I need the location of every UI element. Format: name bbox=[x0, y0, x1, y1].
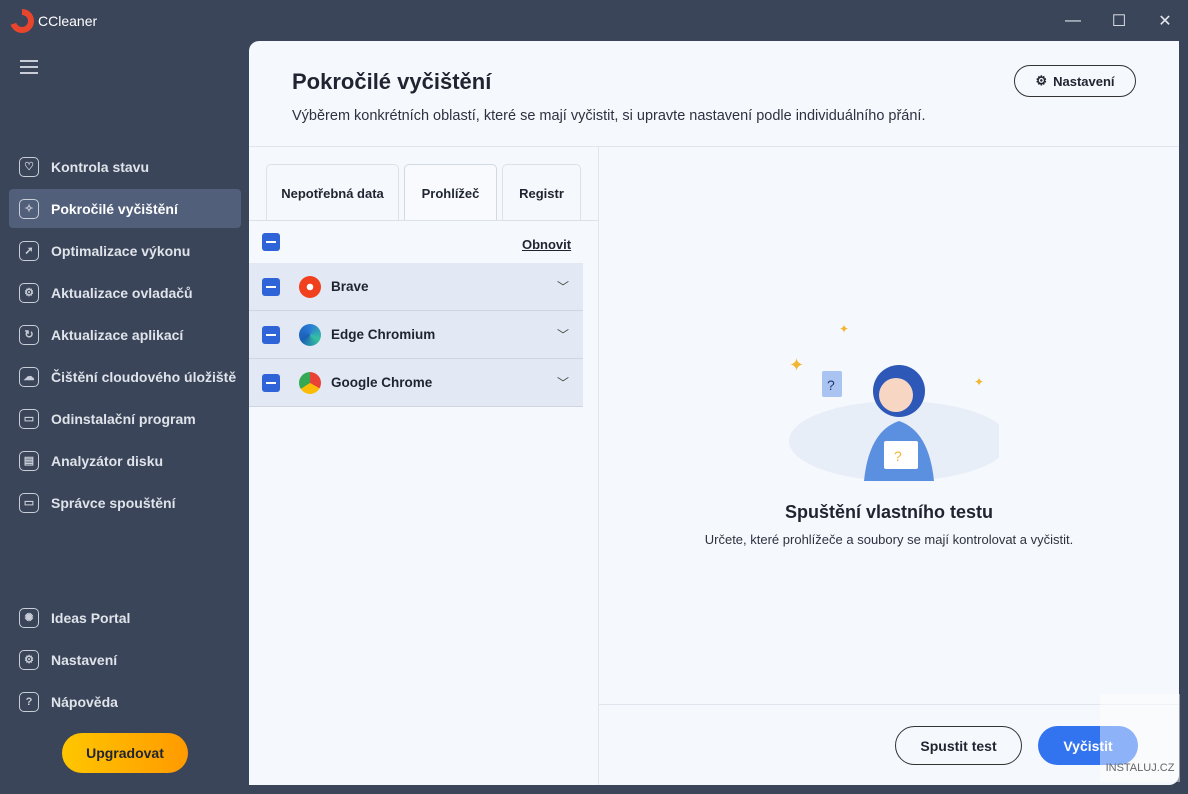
tab-registry[interactable]: Registr bbox=[502, 164, 581, 221]
custom-test-illustration: ✦ ✦ ✦ ? ? bbox=[789, 322, 999, 481]
settings-label: Nastavení bbox=[1053, 73, 1115, 89]
maximize-button[interactable]: ☐ bbox=[1096, 0, 1142, 41]
sidebar-item-label: Nápověda bbox=[51, 693, 118, 710]
sidebar-item-label: Čištění cloudového úložiště bbox=[51, 368, 237, 385]
cloud-gear-icon: ☁ bbox=[19, 366, 39, 387]
tab-junk-data[interactable]: Nepotřebná data bbox=[266, 164, 399, 221]
sidebar-item-label: Analyzátor disku bbox=[51, 452, 164, 469]
sidebar-item[interactable]: ➚ Optimalizace výkonu bbox=[9, 231, 241, 270]
broom-icon: ✧ bbox=[19, 198, 39, 219]
svg-text:?: ? bbox=[894, 448, 902, 464]
sidebar-item[interactable]: ↻ Aktualizace aplikací bbox=[9, 315, 241, 354]
sidebar-item-label: Ideas Portal bbox=[51, 609, 131, 626]
sidebar-item-label: Nastavení bbox=[51, 651, 118, 668]
empty-state-title: Spuštění vlastního testu bbox=[784, 502, 994, 522]
svg-text:✦: ✦ bbox=[839, 322, 849, 336]
title-bar: CCleaner — ☐ ✕ bbox=[0, 0, 1188, 41]
app-title: CCleaner bbox=[38, 12, 98, 29]
sidebar-item-label: Kontrola stavu bbox=[51, 158, 150, 175]
sidebar-item-label: Aktualizace ovladačů bbox=[51, 284, 193, 301]
uninstall-icon: ▭ bbox=[19, 408, 39, 429]
sidebar-item-label: Pokročilé vyčištění bbox=[51, 200, 178, 217]
sidebar-item-label: Aktualizace aplikací bbox=[51, 326, 184, 343]
sidebar-item-label: Odinstalační program bbox=[51, 410, 196, 427]
browser-name: Brave bbox=[331, 279, 369, 294]
browser-row[interactable]: Brave ﹀ bbox=[249, 263, 583, 311]
edge-icon bbox=[299, 323, 321, 346]
sidebar-item-label: Správce spouštění bbox=[51, 494, 176, 511]
tab-browser[interactable]: Prohlížeč bbox=[404, 164, 497, 221]
browser-checkbox[interactable] bbox=[262, 277, 280, 296]
gear-chip-icon: ⚙ bbox=[19, 282, 39, 303]
help-icon: ? bbox=[19, 691, 39, 712]
select-all-checkbox[interactable] bbox=[262, 233, 280, 251]
empty-state-text: Určete, které prohlížeče a soubory se ma… bbox=[704, 532, 1074, 547]
monitor-icon: ▭ bbox=[19, 492, 39, 513]
sidebar-item[interactable]: ▤ Analyzátor disku bbox=[9, 441, 241, 480]
sidebar-item[interactable]: ▭ Odinstalační program bbox=[9, 399, 241, 438]
brave-icon bbox=[299, 275, 321, 298]
svg-text:✦: ✦ bbox=[974, 375, 984, 389]
svg-text:✦: ✦ bbox=[789, 355, 804, 375]
chevron-down-icon[interactable]: ﹀ bbox=[557, 278, 569, 295]
upgrade-button[interactable]: Upgradovat bbox=[62, 733, 188, 773]
watermark: INSTALUJ.CZ bbox=[1100, 694, 1180, 782]
svg-text:?: ? bbox=[827, 377, 835, 393]
browser-row[interactable]: Edge Chromium ﹀ bbox=[249, 311, 583, 359]
close-button[interactable]: ✕ bbox=[1142, 0, 1188, 41]
sidebar-item[interactable]: ? Nápověda bbox=[9, 682, 241, 721]
ccleaner-logo-icon bbox=[10, 8, 34, 33]
main-panel: Pokročilé vyčištění Výběrem konkrétních … bbox=[249, 41, 1179, 785]
minimize-button[interactable]: — bbox=[1050, 0, 1096, 41]
bulb-icon: ✺ bbox=[19, 607, 39, 628]
browser-checkbox[interactable] bbox=[262, 325, 280, 344]
page-title: Pokročilé vyčištění bbox=[292, 69, 492, 94]
sidebar-item[interactable]: ✧ Pokročilé vyčištění bbox=[9, 189, 241, 228]
reset-link[interactable]: Obnovit bbox=[522, 237, 571, 252]
run-test-button[interactable]: Spustit test bbox=[895, 726, 1022, 765]
browser-name: Google Chrome bbox=[331, 375, 433, 390]
refresh-icon: ↻ bbox=[19, 324, 39, 345]
document-icon: ▤ bbox=[19, 450, 39, 471]
sidebar-item[interactable]: ⚙ Nastavení bbox=[9, 640, 241, 679]
hamburger-menu-icon[interactable] bbox=[20, 60, 38, 74]
browser-name: Edge Chromium bbox=[331, 327, 436, 342]
settings-button[interactable]: ⚙ Nastavení bbox=[1014, 65, 1136, 97]
sidebar-item[interactable]: ✺ Ideas Portal bbox=[9, 598, 241, 637]
page-subtitle: Výběrem konkrétních oblastí, které se ma… bbox=[292, 108, 926, 124]
chevron-down-icon[interactable]: ﹀ bbox=[557, 326, 569, 343]
gear-icon: ⚙ bbox=[1035, 73, 1048, 88]
sidebar-item-label: Optimalizace výkonu bbox=[51, 242, 191, 259]
sidebar-item[interactable]: ☁ Čištění cloudového úložiště bbox=[9, 357, 241, 396]
gear-icon: ⚙ bbox=[19, 649, 39, 670]
sidebar-item[interactable]: ♡ Kontrola stavu bbox=[9, 147, 241, 186]
rocket-icon: ➚ bbox=[19, 240, 39, 261]
chevron-down-icon[interactable]: ﹀ bbox=[557, 374, 569, 391]
heart-icon: ♡ bbox=[19, 156, 39, 177]
sidebar-item[interactable]: ▭ Správce spouštění bbox=[9, 483, 241, 522]
sidebar-item[interactable]: ⚙ Aktualizace ovladačů bbox=[9, 273, 241, 312]
browser-row[interactable]: Google Chrome ﹀ bbox=[249, 359, 583, 407]
chrome-icon bbox=[299, 371, 321, 394]
browser-checkbox[interactable] bbox=[262, 373, 280, 392]
